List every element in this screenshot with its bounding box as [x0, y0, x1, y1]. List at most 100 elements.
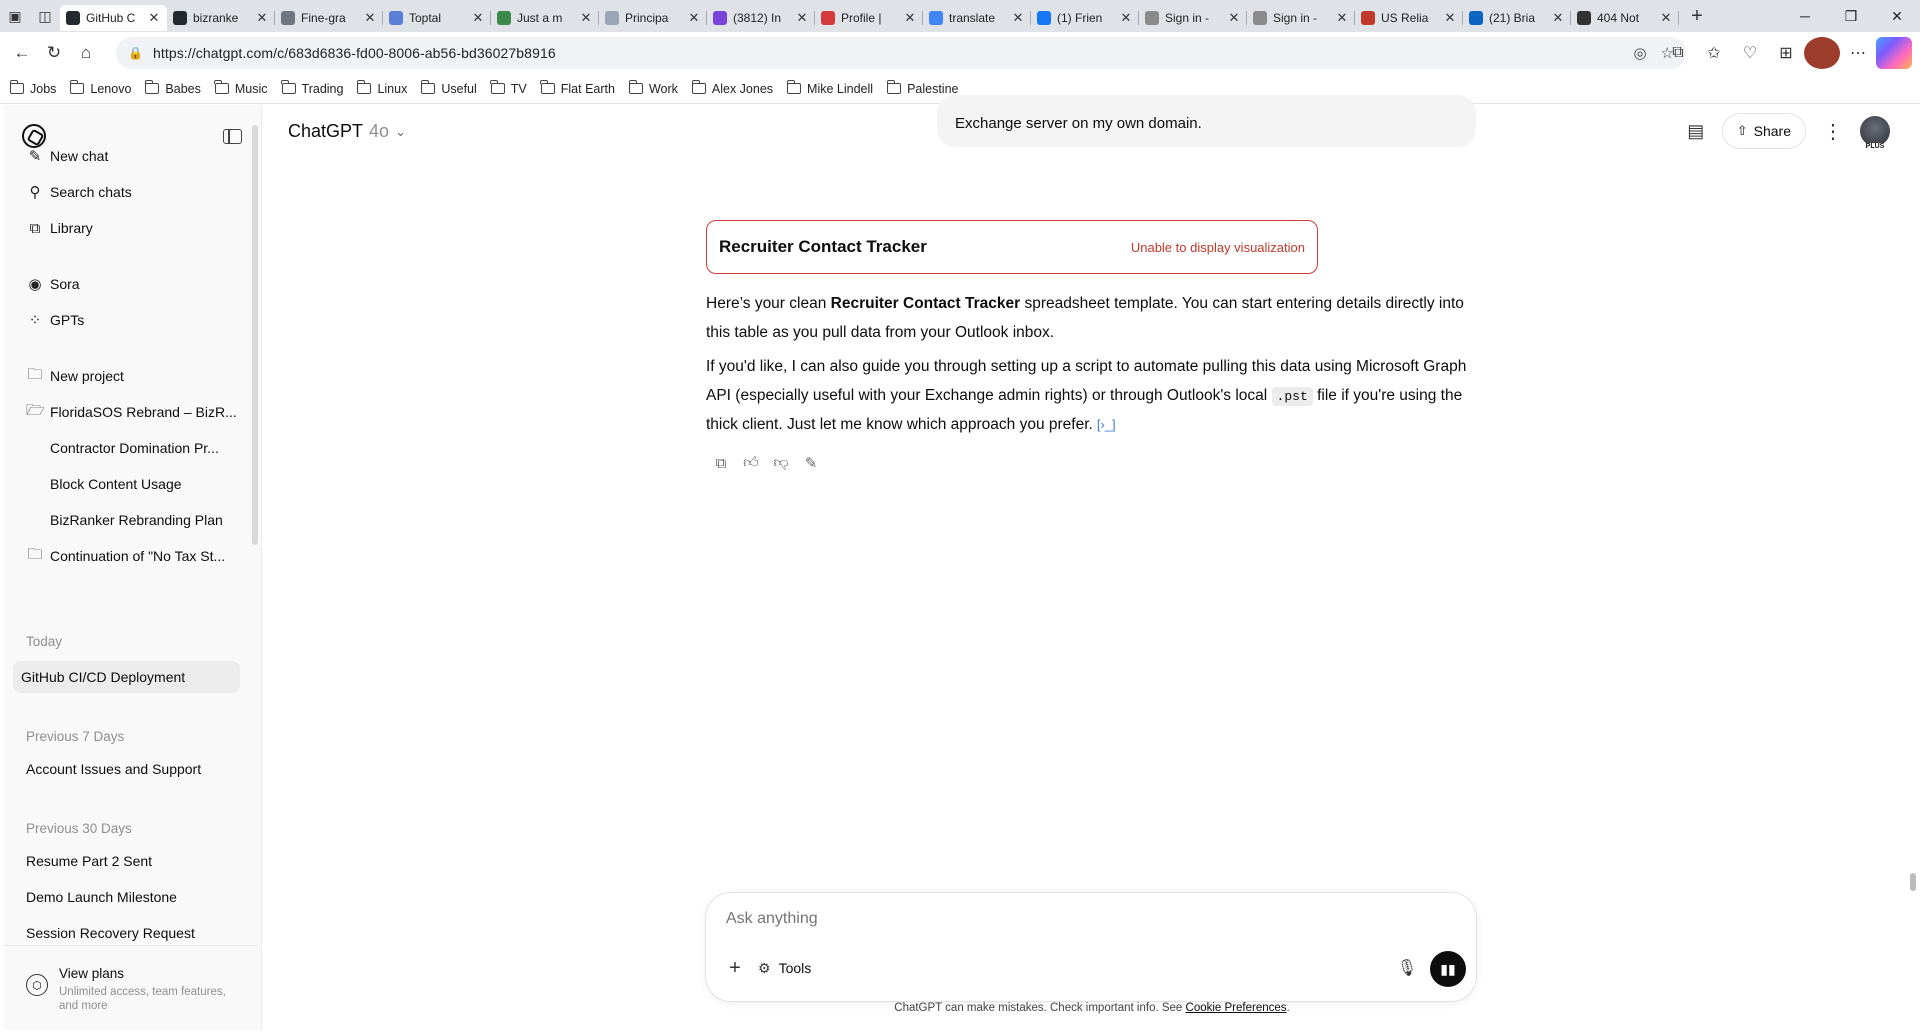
- close-tab-icon[interactable]: ✕: [687, 10, 701, 26]
- close-tab-icon[interactable]: ✕: [1227, 10, 1241, 26]
- close-tab-icon[interactable]: ✕: [147, 10, 161, 26]
- tools-button[interactable]: ⚙ Tools: [758, 953, 811, 983]
- restore-icon[interactable]: ❐: [1828, 0, 1874, 32]
- bookmark-folder[interactable]: Music: [214, 80, 268, 96]
- sidebar-chat-contractor[interactable]: Contractor Domination Pr...: [18, 432, 242, 464]
- sidebar-scrollbar[interactable]: [252, 125, 258, 545]
- browser-tab[interactable]: Just a m ✕: [491, 5, 599, 31]
- sidebar-chat-block-content[interactable]: Block Content Usage: [18, 468, 242, 500]
- vertical-tabs-icon[interactable]: ◫: [30, 0, 60, 32]
- browser-tab[interactable]: US Relia ✕: [1355, 5, 1463, 31]
- new-tab-button[interactable]: +: [1683, 3, 1711, 29]
- browser-tab[interactable]: GitHub C ✕: [60, 5, 167, 31]
- sidebar-chat-github-cicd[interactable]: GitHub CI/CD Deployment: [13, 661, 240, 693]
- close-tab-icon[interactable]: ✕: [471, 10, 485, 26]
- url-text[interactable]: https://chatgpt.com/c/683d6836-fd00-8006…: [153, 45, 1620, 61]
- bookmark-folder[interactable]: Jobs: [9, 80, 56, 96]
- browser-tab[interactable]: Profile | ✕: [815, 5, 923, 31]
- close-tab-icon[interactable]: ✕: [1443, 10, 1457, 26]
- sidebar-chat-account-issues[interactable]: Account Issues and Support: [18, 753, 242, 785]
- sidebar-item-gpts[interactable]: ⁘ GPTs: [18, 304, 242, 336]
- favorites-icon[interactable]: ✩: [1696, 37, 1732, 69]
- refresh-icon[interactable]: ↻: [38, 37, 70, 69]
- browser-tab[interactable]: Principa ✕: [599, 5, 707, 31]
- tracking-prevention-icon[interactable]: ◎: [1633, 44, 1646, 62]
- sidebar-item-sora[interactable]: ◉ Sora: [18, 268, 242, 300]
- browser-tab[interactable]: translate ✕: [923, 5, 1031, 31]
- bookmark-folder[interactable]: Babes: [145, 80, 201, 96]
- prompt-input[interactable]: [726, 910, 1426, 928]
- copy-icon[interactable]: ⧉: [706, 450, 736, 476]
- close-tab-icon[interactable]: ✕: [1335, 10, 1349, 26]
- sidebar-item-search-chats[interactable]: ⚲ Search chats: [18, 176, 242, 208]
- microphone-icon[interactable]: 🎙︎: [1392, 953, 1422, 983]
- sidebar-chat-resume[interactable]: Resume Part 2 Sent: [18, 845, 242, 877]
- model-selector[interactable]: ChatGPT 4o ⌄: [288, 121, 406, 142]
- attach-plus-icon[interactable]: +: [720, 953, 750, 983]
- sidebar-chat-bizranker[interactable]: BizRanker Rebranding Plan: [18, 504, 242, 536]
- bookmark-folder[interactable]: Mike Lindell: [786, 80, 873, 96]
- user-avatar[interactable]: PLUS: [1860, 116, 1890, 150]
- thumbs-up-icon[interactable]: 👍︎: [736, 450, 766, 476]
- copilot-icon[interactable]: [1876, 37, 1912, 69]
- sidebar-chat-demo-launch[interactable]: Demo Launch Milestone: [18, 881, 242, 913]
- voice-mode-icon[interactable]: ▮▮: [1430, 951, 1466, 987]
- bookmark-folder[interactable]: Alex Jones: [691, 80, 773, 96]
- close-tab-icon[interactable]: ✕: [795, 10, 809, 26]
- cookie-preferences-link[interactable]: Cookie Preferences: [1186, 1002, 1287, 1014]
- window-controls: ─ ❐ ✕: [1782, 0, 1920, 32]
- close-window-icon[interactable]: ✕: [1874, 0, 1920, 32]
- close-tab-icon[interactable]: ✕: [1119, 10, 1133, 26]
- bookmark-folder[interactable]: Lenovo: [70, 80, 131, 96]
- browser-tab[interactable]: Fine-gra ✕: [275, 5, 383, 31]
- close-tab-icon[interactable]: ✕: [255, 10, 269, 26]
- browser-tab[interactable]: Sign in - ✕: [1139, 5, 1247, 31]
- sidebar-item-library[interactable]: ⧉ Library: [18, 212, 242, 244]
- close-tab-icon[interactable]: ✕: [579, 10, 593, 26]
- extensions-icon[interactable]: ⧉: [1660, 37, 1696, 69]
- lock-icon[interactable]: 🔒: [128, 46, 143, 60]
- canvas-icon[interactable]: ▤: [1678, 113, 1714, 149]
- more-options-icon[interactable]: ⋮: [1818, 113, 1848, 149]
- close-tab-icon[interactable]: ✕: [1659, 10, 1673, 26]
- home-icon[interactable]: ⌂: [70, 37, 102, 69]
- source-citation-icon[interactable]: [›_]: [1097, 411, 1116, 440]
- close-tab-icon[interactable]: ✕: [1011, 10, 1025, 26]
- browser-tab[interactable]: 404 Not ✕: [1571, 5, 1679, 31]
- address-bar[interactable]: 🔒 https://chatgpt.com/c/683d6836-fd00-80…: [116, 37, 1686, 69]
- thumbs-down-icon[interactable]: 👎︎: [766, 450, 796, 476]
- bookmark-folder[interactable]: Flat Earth: [540, 80, 615, 96]
- browser-tab[interactable]: (1) Frien ✕: [1031, 5, 1139, 31]
- more-menu-icon[interactable]: ⋯: [1840, 37, 1876, 69]
- share-button[interactable]: ⇧ Share: [1721, 113, 1806, 149]
- close-tab-icon[interactable]: ✕: [1551, 10, 1565, 26]
- close-tab-icon[interactable]: ✕: [903, 10, 917, 26]
- sidebar-item-new-chat[interactable]: ✎ New chat: [18, 140, 242, 172]
- browser-tab[interactable]: (3812) In ✕: [707, 5, 815, 31]
- workspaces-icon[interactable]: ▣: [0, 0, 30, 32]
- bookmark-folder[interactable]: TV: [490, 80, 527, 96]
- collections-icon[interactable]: ⊞: [1768, 37, 1804, 69]
- bookmark-folder[interactable]: Useful: [420, 80, 477, 96]
- close-tab-icon[interactable]: ✕: [363, 10, 377, 26]
- bookmark-folder[interactable]: Work: [628, 80, 678, 96]
- sidebar-project-continuation[interactable]: 🗀 Continuation of "No Tax St...: [18, 540, 242, 572]
- sidebar-item-new-project[interactable]: 🗀 New project: [18, 360, 242, 392]
- profile-avatar[interactable]: [1804, 37, 1840, 69]
- sidebar-project-floridasos[interactable]: 🗁 FloridaSOS Rebrand – BizR...: [18, 396, 242, 428]
- view-plans[interactable]: ⬡ View plans Unlimited access, team feat…: [4, 945, 258, 1030]
- bookmark-folder[interactable]: Trading: [281, 80, 343, 96]
- browser-tab[interactable]: (21) Bria ✕: [1463, 5, 1571, 31]
- browser-tab[interactable]: bizranke ✕: [167, 5, 275, 31]
- browser-tab[interactable]: Sign in - ✕: [1247, 5, 1355, 31]
- bookmark-label: Linux: [377, 81, 408, 96]
- edit-canvas-icon[interactable]: ✎: [796, 450, 826, 476]
- browser-tab[interactable]: Toptal ✕: [383, 5, 491, 31]
- back-icon[interactable]: ←: [6, 37, 38, 69]
- main-scrollbar[interactable]: [1910, 873, 1916, 891]
- visualization-card[interactable]: Recruiter Contact Tracker Unable to disp…: [706, 220, 1318, 274]
- bookmark-folder[interactable]: Linux: [357, 80, 408, 96]
- bookmark-folder[interactable]: Palestine: [886, 80, 959, 96]
- browser-essentials-icon[interactable]: ♡: [1732, 37, 1768, 69]
- minimize-icon[interactable]: ─: [1782, 0, 1828, 32]
